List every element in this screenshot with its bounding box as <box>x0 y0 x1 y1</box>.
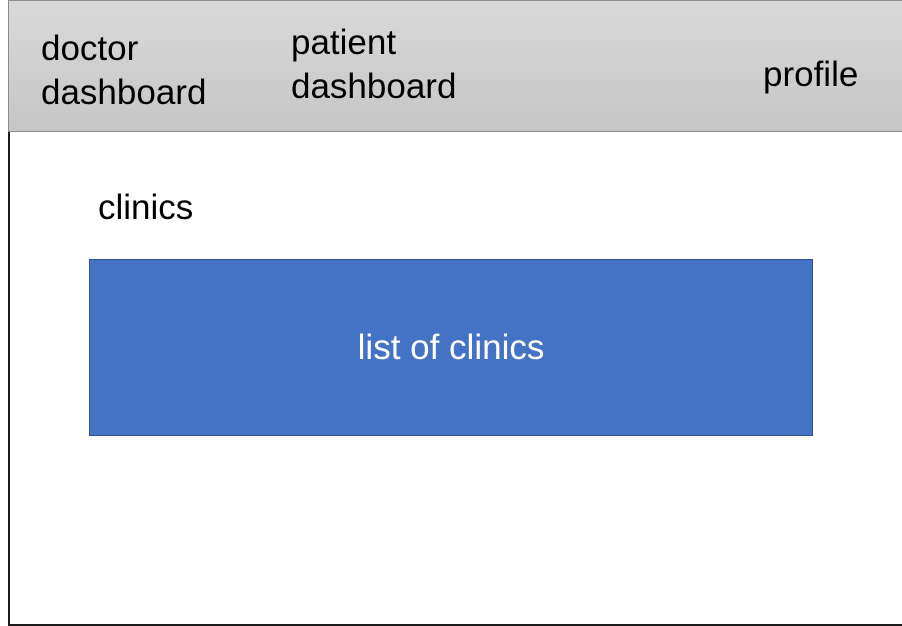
top-navbar: doctor dashboard patient dashboard profi… <box>8 0 902 132</box>
clinic-list[interactable]: list of clinics <box>89 259 813 436</box>
clinic-list-label: list of clinics <box>357 327 545 367</box>
clinics-section-title: clinics <box>98 188 194 227</box>
nav-patient-dashboard[interactable]: patient dashboard <box>291 21 456 109</box>
nav-profile[interactable]: profile <box>763 53 858 97</box>
nav-doctor-dashboard[interactable]: doctor dashboard <box>41 27 206 115</box>
